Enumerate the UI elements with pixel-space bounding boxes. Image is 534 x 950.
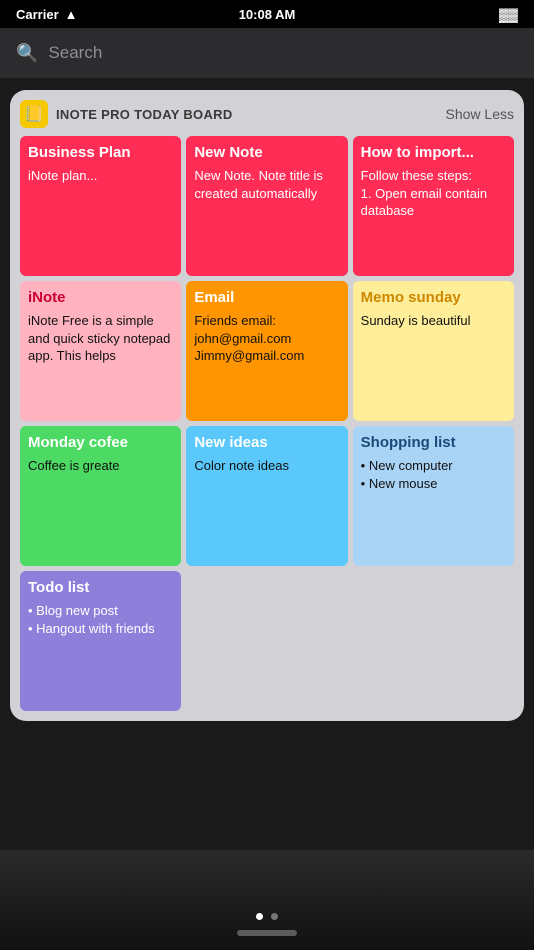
note-body: • New computer• New mouse: [361, 457, 506, 492]
wifi-icon: ▲: [65, 7, 78, 22]
show-less-button[interactable]: Show Less: [446, 106, 514, 122]
note-todo-list[interactable]: Todo list • Blog new post• Hangout with …: [20, 571, 181, 711]
page-dot-1: [256, 913, 263, 920]
search-bar: 🔍 Search: [0, 28, 534, 78]
page-dot-2: [271, 913, 278, 920]
home-indicator[interactable]: [237, 930, 297, 936]
note-body: Friends email: john@gmail.com Jimmy@gmai…: [194, 312, 339, 365]
carrier-label: Carrier: [16, 7, 59, 22]
widget-title: INOTE PRO TODAY BOARD: [56, 107, 233, 122]
widget-card: 📒 INOTE PRO TODAY BOARD Show Less Busine…: [10, 90, 524, 721]
note-title: New ideas: [194, 434, 339, 452]
note-title: iNote: [28, 289, 173, 307]
note-how-to-import[interactable]: How to import... Follow these steps:1. O…: [353, 136, 514, 276]
widget-header: 📒 INOTE PRO TODAY BOARD Show Less: [20, 100, 514, 128]
note-new-ideas[interactable]: New ideas Color note ideas: [186, 426, 347, 566]
status-bar: Carrier ▲ 10:08 AM ▓▓: [0, 0, 534, 28]
battery-icon: ▓▓: [499, 7, 518, 22]
note-title: How to import...: [361, 144, 506, 162]
status-right: ▓▓: [499, 7, 518, 22]
note-title: Business Plan: [28, 144, 173, 162]
note-title: Monday cofee: [28, 434, 173, 452]
note-body: Coffee is greate: [28, 457, 173, 475]
note-email[interactable]: Email Friends email: john@gmail.com Jimm…: [186, 281, 347, 421]
note-title: Memo sunday: [361, 289, 506, 307]
note-new-note[interactable]: New Note New Note. Note title is created…: [186, 136, 347, 276]
note-monday-cofee[interactable]: Monday cofee Coffee is greate: [20, 426, 181, 566]
note-title: Todo list: [28, 579, 173, 597]
note-inote[interactable]: iNote iNote Free is a simple and quick s…: [20, 281, 181, 421]
search-icon: 🔍: [16, 43, 38, 64]
status-left: Carrier ▲: [16, 7, 78, 22]
notes-grid: Business Plan iNote plan... New Note New…: [20, 136, 514, 711]
widget-header-left: 📒 INOTE PRO TODAY BOARD: [20, 100, 233, 128]
note-body: iNote plan...: [28, 167, 173, 185]
note-memo-sunday[interactable]: Memo sunday Sunday is beautiful: [353, 281, 514, 421]
note-body: Color note ideas: [194, 457, 339, 475]
note-body: New Note. Note title is created automati…: [194, 167, 339, 202]
time-display: 10:08 AM: [239, 7, 296, 22]
note-title: Shopping list: [361, 434, 506, 452]
widget-icon: 📒: [20, 100, 48, 128]
search-placeholder[interactable]: Search: [48, 43, 102, 63]
note-business-plan[interactable]: Business Plan iNote plan...: [20, 136, 181, 276]
note-title: New Note: [194, 144, 339, 162]
note-title: Email: [194, 289, 339, 307]
note-shopping-list[interactable]: Shopping list • New computer• New mouse: [353, 426, 514, 566]
note-body: iNote Free is a simple and quick sticky …: [28, 312, 173, 365]
page-dots: [256, 913, 278, 920]
note-body: • Blog new post• Hangout with friends: [28, 602, 173, 637]
bottom-area: [0, 850, 534, 950]
note-body: Follow these steps:1. Open email contain…: [361, 167, 506, 220]
note-body: Sunday is beautiful: [361, 312, 506, 330]
